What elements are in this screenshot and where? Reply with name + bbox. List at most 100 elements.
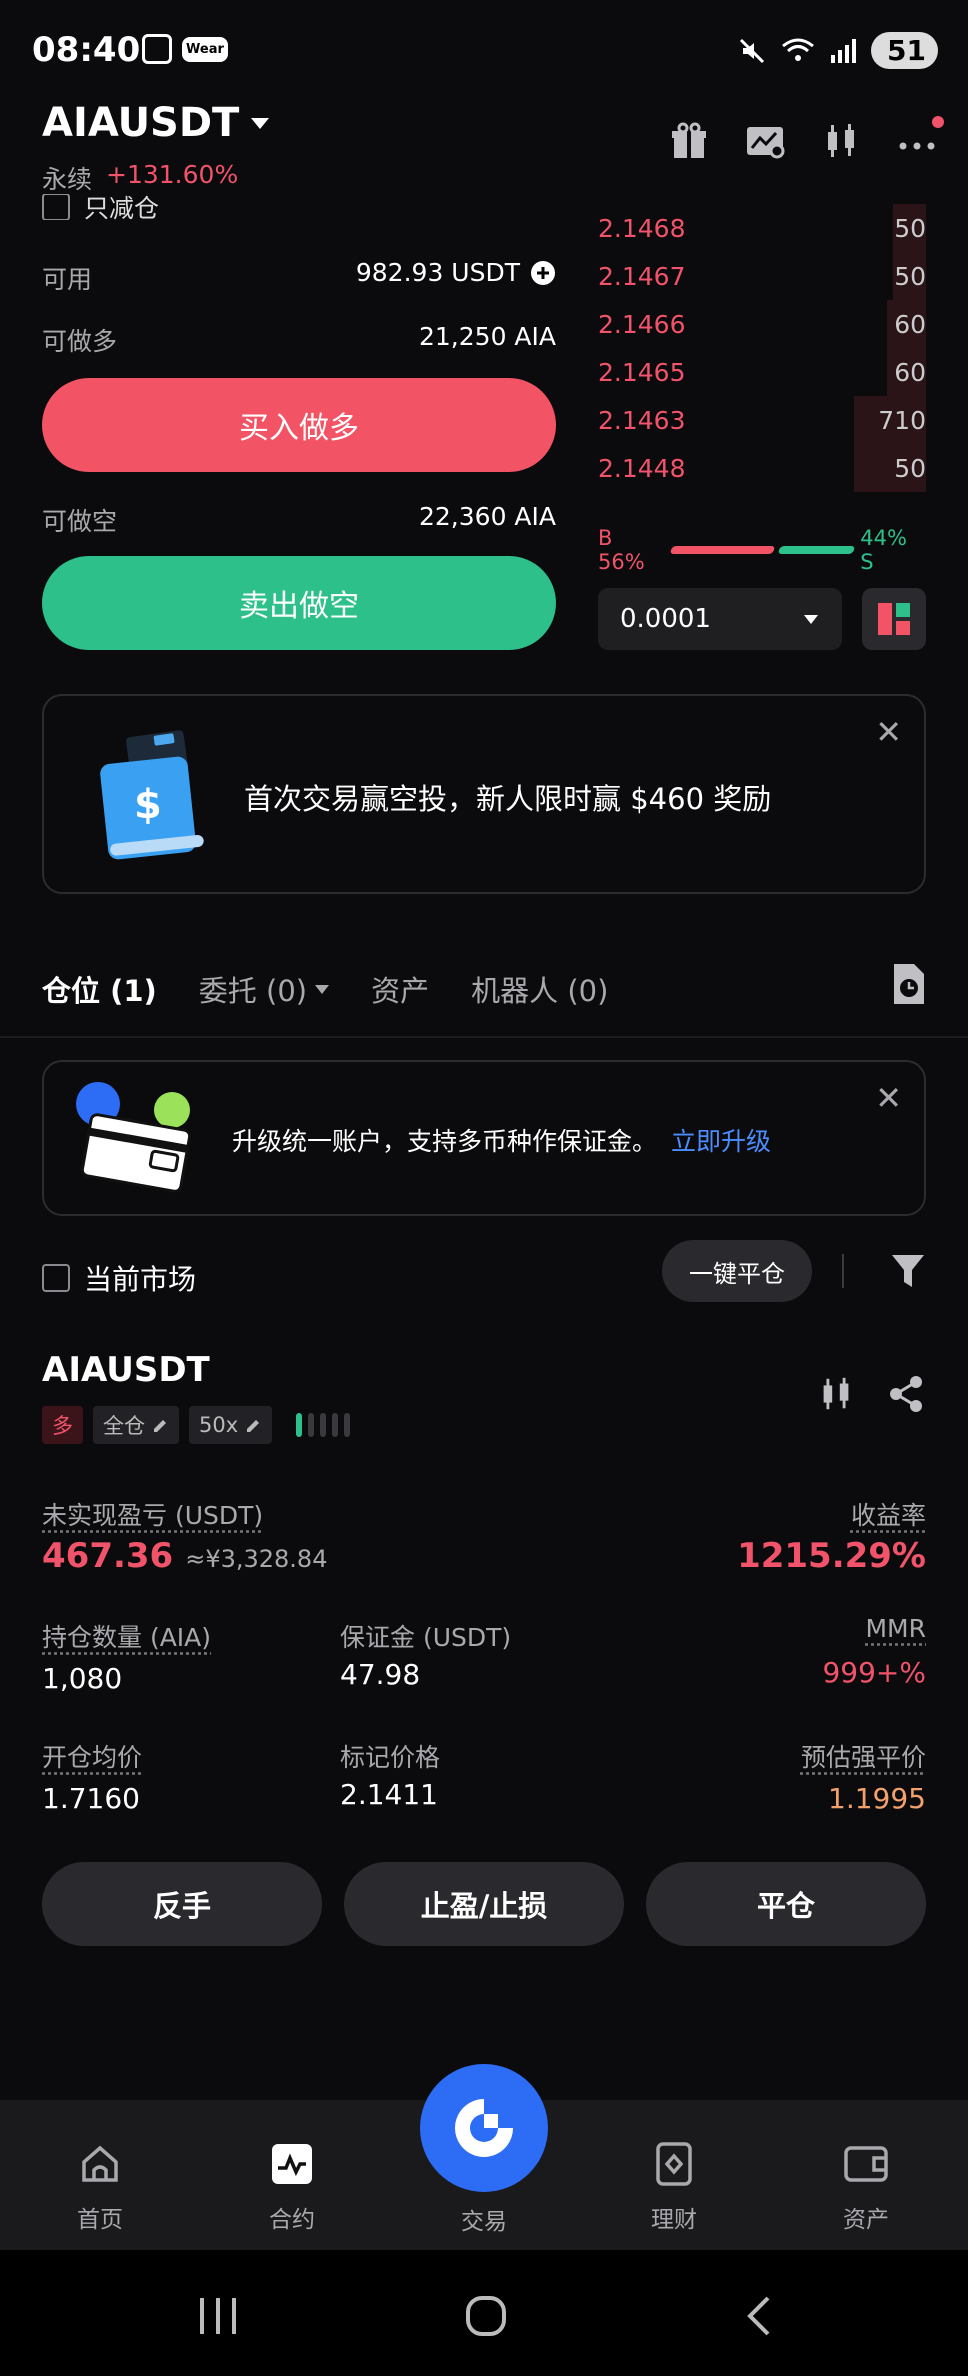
header-actions: [668, 116, 944, 162]
share-icon[interactable]: [886, 1374, 926, 1414]
available-label: 可用: [42, 265, 93, 294]
candlestick-icon[interactable]: [820, 120, 862, 162]
upgrade-text-row: 升级统一账户，支持多币种作保证金。 立即升级: [232, 1122, 771, 1158]
can-long-value: 21,250 AIA: [419, 322, 556, 351]
wear-badge: Wear: [182, 36, 228, 62]
close-icon[interactable]: ✕: [875, 1082, 902, 1114]
order-history-icon[interactable]: [888, 962, 928, 1006]
upgrade-banner[interactable]: 升级统一账户，支持多币种作保证金。 立即升级 ✕: [42, 1060, 926, 1216]
wallet-icon: [76, 1082, 192, 1193]
nav-futures[interactable]: 合约: [222, 2140, 362, 2234]
close-all-button[interactable]: 一键平仓: [662, 1240, 812, 1302]
nav-home[interactable]: 首页: [30, 2140, 170, 2234]
position-tabs: 仓位 (1) 委托 (0) 资产 机器人 (0): [42, 968, 608, 1010]
buy-ratio-bar: [669, 546, 775, 554]
mmr-value: 999+%: [822, 1656, 926, 1689]
liq-price-label: 预估强平价: [800, 1743, 926, 1772]
buy-ratio-label: B 56%: [598, 526, 645, 574]
sell-ratio-label: 44% S: [860, 526, 907, 574]
perp-label: 永续: [42, 165, 93, 194]
leverage-tag[interactable]: 50x: [189, 1406, 273, 1444]
can-long-label: 可做多: [42, 327, 118, 356]
upgrade-text: 升级统一账户，支持多币种作保证金。: [232, 1127, 658, 1156]
trade-fab-button[interactable]: [420, 2064, 548, 2192]
ask-row[interactable]: 2.1448 50: [598, 444, 926, 492]
edit-icon: [154, 1420, 166, 1432]
precision-select[interactable]: 0.0001: [598, 588, 842, 650]
recent-apps-icon[interactable]: [196, 2296, 242, 2336]
available-row: 982.93 USDT: [356, 258, 556, 287]
ask-size: 710: [878, 405, 926, 435]
ask-row[interactable]: 2.1468 50: [598, 204, 926, 252]
sell-short-button[interactable]: 卖出做空: [42, 556, 556, 650]
entry-price-label: 开仓均价: [42, 1743, 143, 1772]
unrealized-pnl-cny: ≈¥3,328.84: [185, 1545, 328, 1573]
margin-value: 47.98: [340, 1658, 421, 1691]
nav-futures-label: 合约: [269, 2207, 315, 2233]
close-icon[interactable]: ✕: [875, 716, 902, 748]
notification-dot: [932, 116, 944, 128]
reduce-only-checkbox[interactable]: [42, 194, 70, 220]
position-symbol[interactable]: AIAUSDT: [42, 1350, 210, 1390]
pair-selector[interactable]: AIAUSDT: [42, 100, 270, 146]
orderbook-layout-button[interactable]: [862, 588, 926, 650]
nav-assets[interactable]: 资产: [796, 2140, 936, 2234]
ask-size: 60: [894, 357, 926, 387]
chart-settings-icon[interactable]: [744, 120, 786, 162]
can-short-label: 可做空: [42, 507, 118, 536]
chevron-down-icon: [804, 614, 818, 624]
back-icon[interactable]: [742, 2294, 776, 2338]
roe-value: 1215.29%: [737, 1536, 926, 1576]
ask-row[interactable]: 2.1463 710: [598, 396, 926, 444]
margin-mode-tag[interactable]: 全仓: [93, 1406, 179, 1444]
ask-size: 50: [894, 453, 926, 483]
risk-bar: [320, 1413, 327, 1437]
mark-price-label: 标记价格: [340, 1743, 441, 1772]
tp-sl-button[interactable]: 止盈/止损: [344, 1862, 624, 1946]
ask-size: 50: [894, 261, 926, 291]
tab-positions[interactable]: 仓位 (1): [42, 968, 157, 1010]
tabs-divider: [0, 1036, 968, 1038]
chevron-down-icon: [251, 117, 270, 129]
current-market-filter[interactable]: 当前市场: [42, 1258, 196, 1298]
current-market-checkbox[interactable]: [42, 1264, 70, 1292]
filter-icon[interactable]: [890, 1252, 926, 1290]
ask-row[interactable]: 2.1466 60: [598, 300, 926, 348]
wallet-icon: [844, 2146, 888, 2182]
add-circle-icon[interactable]: [530, 260, 556, 286]
ask-price: 2.1463: [598, 405, 686, 435]
risk-bar: [296, 1413, 303, 1437]
tab-assets[interactable]: 资产: [371, 968, 429, 1010]
nav-home-label: 首页: [77, 2207, 123, 2233]
tab-orders[interactable]: 委托 (0): [199, 968, 330, 1010]
buy-sell-ratio: B 56% 44% S: [598, 526, 926, 574]
buy-long-button[interactable]: 买入做多: [42, 378, 556, 472]
chevron-down-icon: [315, 984, 330, 994]
reduce-only-option[interactable]: 只减仓: [42, 194, 159, 220]
home-button-icon[interactable]: [464, 2294, 508, 2338]
tab-bots[interactable]: 机器人 (0): [471, 968, 608, 1010]
status-time: 08:40: [32, 30, 141, 70]
unrealized-pnl-label: 未实现盈亏 (USDT): [42, 1501, 264, 1530]
ask-price: 2.1448: [598, 453, 686, 483]
home-icon: [82, 2145, 118, 2182]
roe-label: 收益率: [850, 1501, 926, 1530]
nav-earn[interactable]: 理财: [604, 2140, 744, 2234]
edit-icon: [247, 1420, 260, 1432]
gift-icon[interactable]: [668, 120, 710, 162]
upgrade-now-link[interactable]: 立即升级: [671, 1122, 771, 1158]
perp-info: 永续 +131.60%: [42, 160, 238, 196]
ask-row[interactable]: 2.1467 50: [598, 252, 926, 300]
close-position-button[interactable]: 平仓: [646, 1862, 926, 1946]
signal-icon: [831, 38, 857, 63]
can-short-value: 22,360 AIA: [419, 502, 556, 531]
risk-bar: [332, 1413, 339, 1437]
more-icon[interactable]: [896, 116, 944, 162]
layout-icon: [878, 603, 910, 635]
candlestick-icon[interactable]: [816, 1374, 856, 1414]
tab-positions-label: 仓位 (1): [42, 974, 157, 1008]
ask-row[interactable]: 2.1465 60: [598, 348, 926, 396]
reverse-button[interactable]: 反手: [42, 1862, 322, 1946]
risk-level-indicator: [296, 1413, 351, 1437]
promo-card[interactable]: $ 首次交易赢空投，新人限时赢 $460 奖励 ✕: [42, 694, 926, 894]
